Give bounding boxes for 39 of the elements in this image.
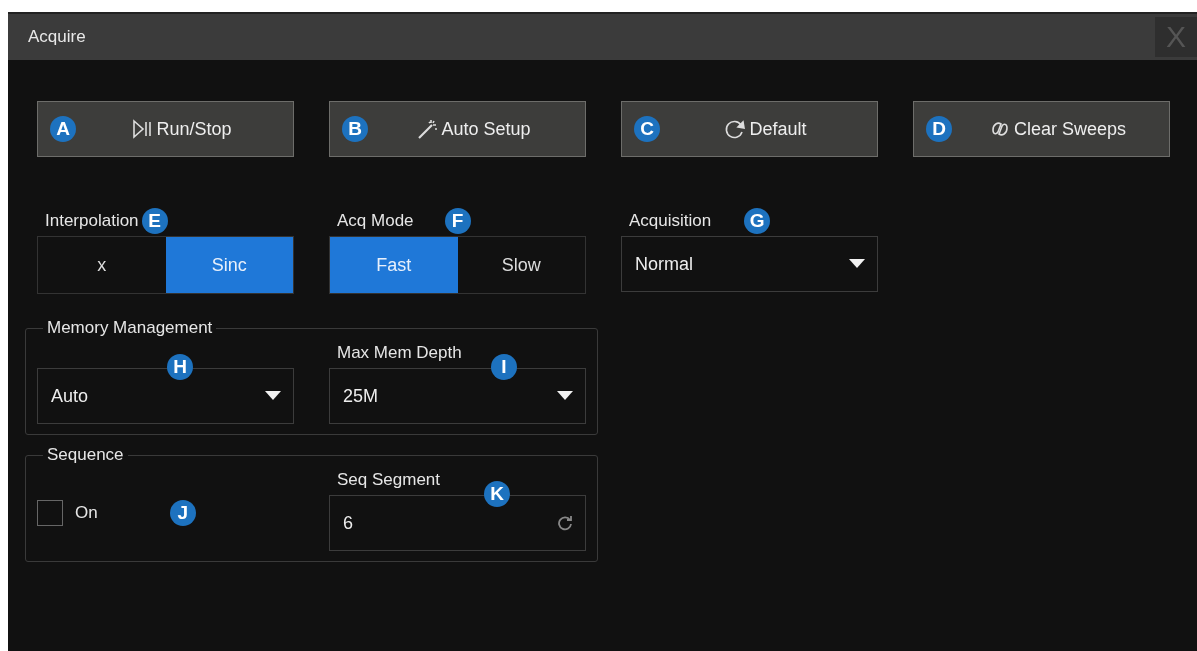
marker-badge: D [926, 116, 952, 142]
dropdown-caret-icon [849, 259, 865, 269]
marker-badge: E [141, 208, 168, 234]
group-title: Memory Management [46, 318, 214, 338]
dropdown-caret-icon [265, 391, 281, 401]
checkbox-label: On [75, 503, 98, 523]
field-label: Acq Mode [337, 211, 414, 231]
marker-badge: K [484, 481, 510, 507]
field-value: 6 [343, 512, 353, 534]
magic-wand-icon [416, 118, 439, 140]
marker-badge: B [342, 116, 368, 142]
marker-badge: J [169, 500, 196, 526]
window-title: Acquire [27, 27, 86, 47]
dropdown[interactable]: Normal [621, 236, 878, 292]
marker-badge: F [444, 208, 471, 234]
segment-option[interactable]: Fast [330, 237, 458, 293]
marker-badge: A [50, 116, 76, 142]
marker-badge: G [744, 208, 771, 234]
marker-badge: H [167, 354, 193, 380]
action-button[interactable]: D Clear Sweeps [913, 101, 1170, 157]
field-label: Acquisition [629, 211, 712, 231]
dropdown-value: Auto [51, 385, 89, 407]
marker-badge: I [491, 354, 517, 380]
marker-badge: C [634, 116, 660, 142]
field-label: Max Mem Depth [337, 343, 462, 363]
segment-option[interactable]: Sinc [165, 237, 293, 293]
dropdown-value: Normal [635, 253, 693, 275]
dropdown-value: 25M [343, 385, 378, 407]
dropdown-caret-icon [557, 391, 573, 401]
checkbox[interactable] [37, 500, 63, 526]
field-label: Interpolation [45, 211, 139, 231]
action-button[interactable]: A Run/Stop [37, 101, 294, 157]
action-button[interactable]: B Auto Setup [329, 101, 586, 157]
group-title: Sequence [46, 445, 125, 465]
refresh-icon [557, 515, 573, 531]
action-button[interactable]: C Default [621, 101, 878, 157]
play-pause-icon [131, 118, 154, 140]
field-label: Seq Segment [337, 470, 440, 490]
refresh-icon [724, 118, 747, 140]
